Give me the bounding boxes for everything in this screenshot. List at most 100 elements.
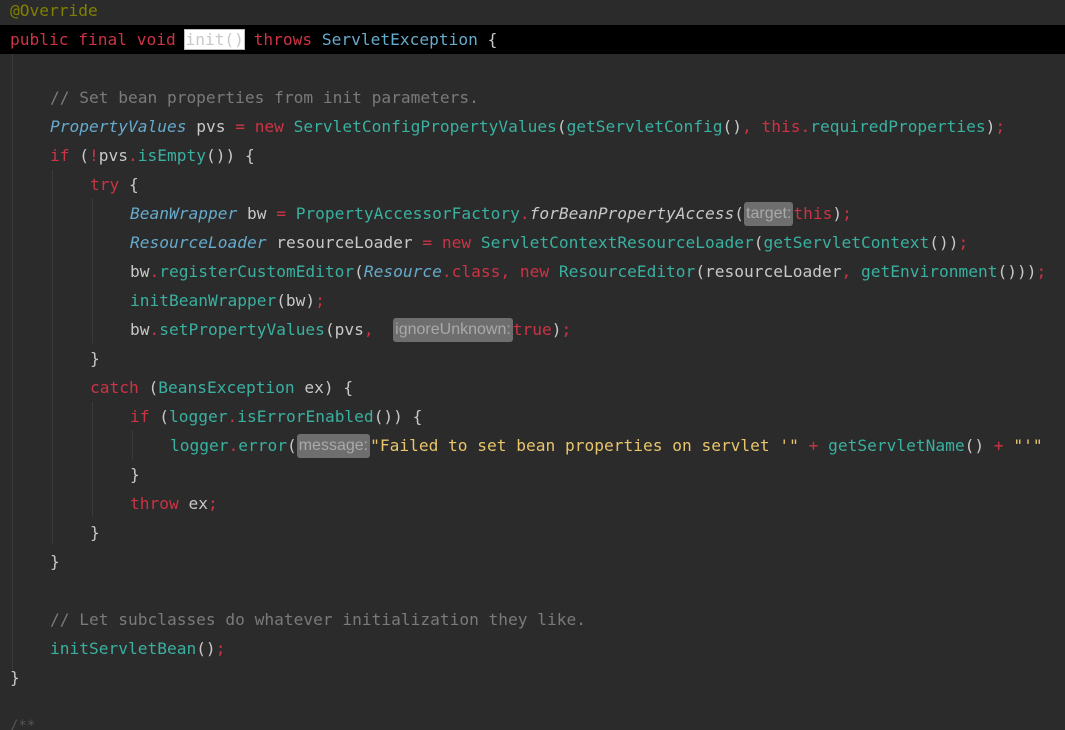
code-editor[interactable]: /** @Override public final void init() th…: [0, 0, 1065, 730]
code-line[interactable]: ResourceLoader resourceLoader = new Serv…: [0, 228, 1065, 257]
code-token-plain: (: [734, 204, 745, 223]
code-line[interactable]: public final void init() throws ServletE…: [0, 25, 1065, 54]
code-token-plain: (bw): [276, 291, 316, 310]
code-token-keyword: catch: [90, 378, 149, 397]
code-token-plain: }: [90, 349, 100, 368]
code-token-plain: ()) {: [373, 407, 423, 426]
code-token-plain: (): [722, 117, 743, 136]
code-token-operator: ,: [841, 262, 861, 281]
code-token-keyword: class: [451, 262, 501, 281]
code-token-method: initBeanWrapper: [130, 291, 277, 310]
code-token-plain: {: [477, 30, 498, 49]
code-token-keyword: void: [136, 30, 186, 49]
code-token-method: error: [238, 436, 287, 455]
code-line[interactable]: }: [0, 344, 1065, 373]
code-token-type: ServletException: [321, 30, 478, 49]
code-token-operator: .: [149, 262, 160, 281]
code-line[interactable]: }: [0, 460, 1065, 489]
code-line[interactable]: bw.setPropertyValues(pvs, ignoreUnknown:…: [0, 315, 1065, 344]
code-token-method: registerCustomEditor: [159, 262, 355, 281]
code-token-keyword: try: [90, 175, 129, 194]
code-line[interactable]: bw.registerCustomEditor(Resource.class, …: [0, 257, 1065, 286]
code-token-method: BeansException: [158, 378, 295, 397]
code-line[interactable]: [0, 576, 1065, 605]
code-token-plain: (: [556, 117, 567, 136]
code-token-operator: ,: [363, 320, 394, 339]
trailing-comment-fragment: /**: [10, 718, 36, 730]
code-token-plain: (: [148, 378, 159, 397]
code-line[interactable]: catch (BeansException ex) {: [0, 373, 1065, 402]
code-token-type: PropertyValues: [50, 117, 187, 136]
code-token-method: logger: [169, 407, 228, 426]
code-token-plain: (): [964, 436, 994, 455]
code-token-keyword: public: [10, 30, 79, 49]
code-token-method: PropertyAccessorFactory: [295, 204, 520, 223]
code-token-keyword: new: [441, 233, 481, 252]
code-token-plain: }: [130, 465, 140, 484]
code-line[interactable]: }: [0, 547, 1065, 576]
code-token-operator: .: [227, 407, 238, 426]
code-token-plain: (: [79, 146, 89, 165]
code-token-keyword: if: [130, 407, 160, 426]
code-line[interactable]: throw ex;: [0, 489, 1065, 518]
code-token-plain: forBeanPropertyAccess: [529, 204, 735, 223]
code-line[interactable]: initBeanWrapper(bw);: [0, 286, 1065, 315]
code-token-operator: ;: [561, 320, 572, 339]
code-line[interactable]: if (logger.isErrorEnabled()) {: [0, 402, 1065, 431]
code-line[interactable]: }: [0, 518, 1065, 547]
code-line[interactable]: }: [0, 663, 1065, 692]
code-line[interactable]: logger.error(message: "Failed to set bean…: [0, 431, 1065, 460]
code-token-operator: ;: [842, 204, 852, 223]
code-token-plain: bw: [237, 204, 277, 223]
code-token-method: initServletBean: [50, 639, 197, 658]
code-token-operator: =: [276, 204, 296, 223]
code-token-operator: .: [228, 436, 239, 455]
code-token-keyword: true: [512, 320, 552, 339]
code-token-method: requiredProperties: [810, 117, 986, 136]
code-token-method: isEmpty: [137, 146, 206, 165]
code-token-keyword: this: [793, 204, 833, 223]
code-token-plain: (): [196, 639, 216, 658]
code-token-plain: ): [832, 204, 843, 223]
code-token-keyword: throws: [253, 30, 322, 49]
code-token-operator: =: [422, 233, 442, 252]
parameter-hint: message:: [296, 434, 371, 458]
code-line[interactable]: // Set bean properties from init paramet…: [0, 83, 1065, 112]
code-token-method: ResourceEditor: [558, 262, 696, 281]
code-token-plain: ()) {: [205, 146, 255, 165]
code-token-plain: {: [128, 175, 139, 194]
code-token-plain: bw: [130, 320, 150, 339]
code-token-plain: ): [985, 117, 996, 136]
code-token-plain: ())): [997, 262, 1037, 281]
code-token-plain: (resourceLoader: [695, 262, 842, 281]
code-token-operator: ;: [958, 233, 969, 252]
code-token-operator: .: [441, 262, 452, 281]
code-line[interactable]: // Let subclasses do whatever initializa…: [0, 605, 1065, 634]
code-line[interactable]: BeanWrapper bw = PropertyAccessorFactory…: [0, 199, 1065, 228]
code-token-plain: }: [50, 552, 60, 571]
parameter-hint: ignoreUnknown:: [393, 318, 513, 342]
code-token-plain: }: [10, 668, 20, 687]
code-token-comment: // Set bean properties from init paramet…: [50, 88, 479, 107]
code-token-method: setPropertyValues: [159, 320, 325, 339]
code-line[interactable]: if (!pvs.isEmpty()) {: [0, 141, 1065, 170]
code-line[interactable]: initServletBean();: [0, 634, 1065, 663]
code-token-method: getServletContext: [763, 233, 930, 252]
parameter-hint: target:: [744, 202, 794, 226]
code-token-plain: bw: [130, 262, 150, 281]
code-token-operator: !: [89, 146, 99, 165]
code-token-plain: ()): [929, 233, 959, 252]
code-token-operator: .: [149, 320, 160, 339]
code-token-operator: ;: [207, 494, 218, 513]
code-line[interactable]: try {: [0, 170, 1065, 199]
code-token-method: ServletContextResourceLoader: [480, 233, 754, 252]
code-token-keyword: throw: [130, 494, 189, 513]
code-line[interactable]: PropertyValues pvs = new ServletConfigPr…: [0, 112, 1065, 141]
code-token-method: logger: [170, 436, 229, 455]
code-line[interactable]: @Override: [0, 0, 1065, 25]
code-line[interactable]: [0, 54, 1065, 83]
code-token-operator: ,: [742, 117, 762, 136]
code-token-type: ResourceLoader: [130, 233, 267, 252]
code-token-type: Resource: [363, 262, 442, 281]
